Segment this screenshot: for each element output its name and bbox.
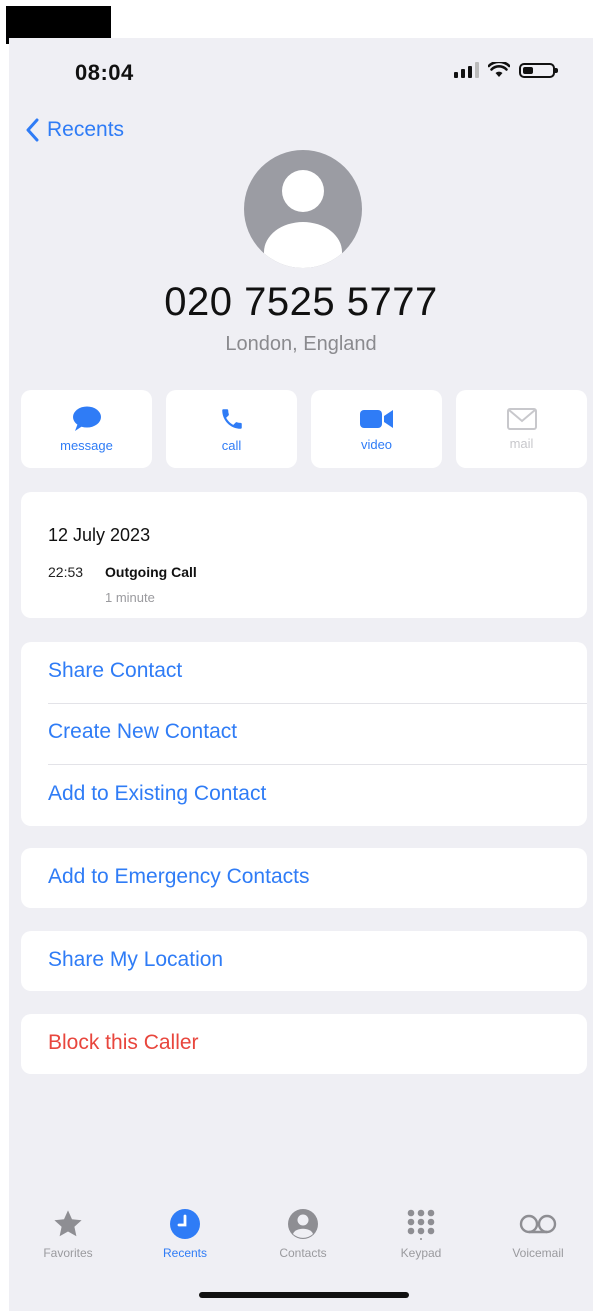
- mail-label: mail: [509, 435, 534, 451]
- share-my-location-button[interactable]: Share My Location: [48, 948, 223, 972]
- voicemail-icon: [519, 1214, 557, 1234]
- call-button[interactable]: call: [166, 390, 297, 468]
- tab-recents-label: Recents: [162, 1246, 208, 1260]
- contact-avatar: [244, 150, 362, 268]
- message-button[interactable]: message: [21, 390, 152, 468]
- status-icons: [454, 62, 558, 78]
- cellular-signal-icon: [454, 62, 479, 78]
- block-caller-button[interactable]: Block this Caller: [48, 1031, 199, 1055]
- share-contact-button[interactable]: Share Contact: [48, 659, 182, 683]
- divider: [48, 703, 587, 704]
- emergency-group: Add to Emergency Contacts: [21, 848, 587, 908]
- video-camera-icon: [359, 409, 393, 428]
- call-history-card: 12 July 2023 22:53 Outgoing Call 1 minut…: [21, 492, 587, 618]
- message-label: message: [60, 437, 113, 453]
- back-to-recents-button[interactable]: Recents: [25, 118, 124, 142]
- tab-contacts[interactable]: Contacts: [258, 1208, 348, 1260]
- quick-actions: message call video mail: [21, 390, 587, 468]
- battery-level: [523, 66, 533, 74]
- caller-location: London, England: [225, 333, 377, 355]
- wifi-icon: [488, 62, 510, 77]
- add-to-emergency-contacts-button[interactable]: Add to Emergency Contacts: [48, 865, 309, 889]
- phone-number: 020 7525 5777: [164, 280, 438, 324]
- chevron-left-icon: [26, 118, 39, 142]
- phone-screen: 08:04 Recents 020 7525 5777 London, Engl…: [9, 38, 593, 1311]
- person-circle-icon: [288, 1209, 318, 1239]
- back-label: Recents: [47, 118, 125, 141]
- tab-contacts-label: Contacts: [279, 1246, 327, 1260]
- video-button[interactable]: video: [311, 390, 442, 468]
- battery-icon: [519, 62, 558, 78]
- divider: [48, 764, 587, 765]
- mail-button[interactable]: mail: [456, 390, 587, 468]
- star-icon: [54, 1210, 82, 1237]
- block-group: Block this Caller: [21, 1014, 587, 1074]
- clock-icon: [170, 1209, 200, 1239]
- status-time: 08:04: [75, 60, 134, 85]
- call-time: 22:53: [48, 564, 84, 580]
- message-bubble-icon: [72, 406, 101, 431]
- tab-keypad[interactable]: Keypad: [376, 1208, 466, 1260]
- tab-voicemail-label: Voicemail: [512, 1246, 564, 1260]
- location-group: Share My Location: [21, 931, 587, 991]
- create-new-contact-button[interactable]: Create New Contact: [48, 720, 237, 744]
- phone-icon: [221, 408, 242, 429]
- add-to-existing-contact-button[interactable]: Add to Existing Contact: [48, 782, 266, 806]
- contact-options-group: Share Contact Create New Contact Add to …: [21, 642, 587, 826]
- tab-favorites-label: Favorites: [43, 1246, 93, 1260]
- keypad-grid-icon: [407, 1209, 435, 1240]
- home-indicator[interactable]: [199, 1292, 409, 1298]
- tab-keypad-label: Keypad: [400, 1246, 442, 1260]
- call-type: Outgoing Call: [105, 564, 197, 580]
- tab-voicemail[interactable]: Voicemail: [493, 1208, 583, 1260]
- video-label: video: [360, 436, 393, 452]
- call-duration: 1 minute: [105, 590, 155, 605]
- call-label: call: [221, 437, 242, 453]
- tab-recents[interactable]: Recents: [140, 1208, 230, 1260]
- tab-favorites[interactable]: Favorites: [23, 1208, 113, 1260]
- envelope-icon: [506, 407, 537, 430]
- call-date: 12 July 2023: [48, 525, 151, 545]
